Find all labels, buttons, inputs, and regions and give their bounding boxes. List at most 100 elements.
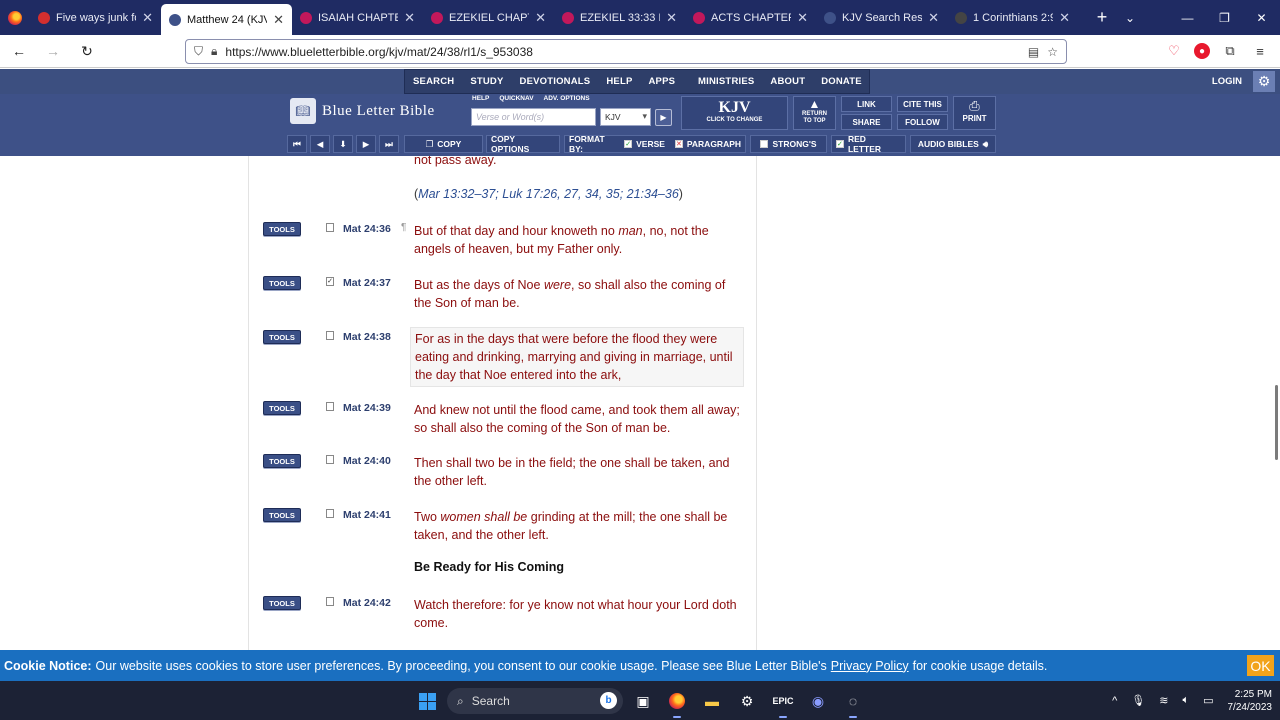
share-button[interactable]: SHARE bbox=[841, 114, 892, 130]
taskbar-search[interactable]: ⌕ Search b bbox=[447, 688, 623, 714]
verse-reference[interactable]: Mat 24:39 bbox=[343, 402, 391, 414]
browser-tab[interactable]: EZEKIEL 33:33 KJV ✕ bbox=[554, 0, 685, 35]
verse-checkbox[interactable] bbox=[326, 223, 334, 232]
next-verse-icon[interactable]: ▶ bbox=[356, 135, 376, 153]
quicknav-link[interactable]: QUICKNAV bbox=[499, 95, 533, 102]
verse-checkbox[interactable] bbox=[326, 455, 334, 464]
pocket-icon[interactable]: ♡ bbox=[1164, 41, 1184, 61]
print-button[interactable]: ⎙ PRINT bbox=[953, 96, 996, 130]
tools-button[interactable]: TOOLS bbox=[263, 508, 301, 522]
verse-checkbox[interactable] bbox=[326, 402, 334, 411]
url-text[interactable]: https://www.blueletterbible.org/kjv/mat/… bbox=[225, 45, 1019, 59]
adv-options-link[interactable]: ADV. OPTIONS bbox=[544, 95, 590, 102]
tools-button[interactable]: TOOLS bbox=[263, 330, 301, 344]
paragraph-format-checkbox[interactable]: ✕ bbox=[674, 140, 683, 148]
copy-button[interactable]: ❐ COPY bbox=[404, 135, 483, 153]
strongs-checkbox[interactable] bbox=[760, 140, 769, 148]
last-chapter-icon[interactable]: ⏭ bbox=[379, 135, 399, 153]
blb-logo[interactable]: 📖︎ Blue Letter Bible bbox=[290, 98, 435, 124]
verse-format-checkbox[interactable]: ✓ bbox=[624, 140, 633, 148]
firefox-taskbar-icon[interactable] bbox=[665, 689, 689, 718]
tab-close-icon[interactable]: ✕ bbox=[1059, 10, 1070, 26]
steam-icon[interactable]: ⚙ bbox=[735, 689, 759, 713]
url-bar[interactable]: ⛉ 🔒︎ https://www.blueletterbible.org/kjv… bbox=[185, 39, 1067, 64]
tab-close-icon[interactable]: ✕ bbox=[928, 10, 939, 26]
cross-reference-link[interactable]: Mar 13:32–37; Luk 17:26, 27, 34, 35; 21:… bbox=[418, 187, 679, 201]
extension-icon[interactable]: ● bbox=[1194, 43, 1210, 59]
tray-chevron-icon[interactable]: ^ bbox=[1112, 695, 1117, 707]
verse-checkbox[interactable] bbox=[326, 597, 334, 606]
red-letter-checkbox[interactable]: ✓ bbox=[836, 140, 844, 148]
blb-menu-item[interactable]: APPS & TOOLS bbox=[641, 70, 691, 133]
tab-close-icon[interactable]: ✕ bbox=[797, 10, 808, 26]
browser-tab[interactable]: Matthew 24 (KJV) - ✕ bbox=[161, 4, 292, 35]
file-explorer-icon[interactable]: ▬ bbox=[700, 689, 724, 713]
wifi-icon[interactable]: ≋ bbox=[1159, 694, 1168, 707]
follow-button[interactable]: FOLLOW bbox=[897, 114, 948, 130]
page-scrollbar[interactable] bbox=[1275, 385, 1278, 460]
return-to-top-button[interactable]: ▲ RETURN TO TOP bbox=[793, 96, 836, 130]
prev-verse-icon[interactable]: ◀ bbox=[310, 135, 330, 153]
down-verse-icon[interactable]: ⬇ bbox=[333, 135, 353, 153]
task-view-icon[interactable]: ▣ bbox=[631, 689, 655, 713]
version-change-button[interactable]: KJV CLICK TO CHANGE bbox=[681, 96, 788, 130]
red-letter-toggle[interactable]: ✓ RED LETTER bbox=[831, 134, 906, 154]
firefox-icon[interactable] bbox=[0, 0, 30, 35]
forward-icon[interactable]: → bbox=[38, 36, 68, 66]
login-link[interactable]: LOGIN bbox=[1212, 76, 1242, 87]
strongs-toggle[interactable]: STRONG'S bbox=[750, 135, 827, 153]
volume-icon[interactable]: 🔈︎ bbox=[1182, 694, 1189, 707]
verse-reference[interactable]: Mat 24:40 bbox=[343, 455, 391, 467]
reload-icon[interactable]: ↻ bbox=[72, 36, 102, 66]
reader-view-icon[interactable]: ▤ bbox=[1028, 45, 1039, 59]
version-select[interactable]: KJV bbox=[600, 108, 651, 126]
tools-button[interactable]: TOOLS bbox=[263, 454, 301, 468]
battery-icon[interactable]: ▭ bbox=[1203, 694, 1213, 707]
list-tabs-icon[interactable]: ⌄ bbox=[1116, 11, 1144, 25]
browser-tab[interactable]: EZEKIEL CHAPTER 3 ✕ bbox=[423, 0, 554, 35]
tools-button[interactable]: TOOLS bbox=[263, 222, 301, 236]
lock-icon[interactable]: 🔒︎ bbox=[211, 44, 217, 59]
paragraph-format-label[interactable]: PARAGRAPH bbox=[687, 139, 741, 149]
blb-menu-item[interactable]: DEVOTIONALS bbox=[512, 70, 599, 93]
browser-tab[interactable]: ACTS CHAPTER 5 K ✕ bbox=[685, 0, 816, 35]
blb-menu-item[interactable]: ABOUT bbox=[762, 70, 813, 93]
tools-button[interactable]: TOOLS bbox=[263, 401, 301, 415]
verse-checkbox[interactable] bbox=[326, 509, 334, 518]
blb-menu-item[interactable]: STUDY bbox=[462, 70, 511, 93]
minimize-icon[interactable]: — bbox=[1169, 0, 1206, 35]
discord-icon[interactable]: ◉ bbox=[806, 689, 830, 713]
browser-tab[interactable]: ISAIAH CHAPTER 6 ✕ bbox=[292, 0, 423, 35]
tab-close-icon[interactable]: ✕ bbox=[404, 10, 415, 26]
extensions-puzzle-icon[interactable]: ⧉ bbox=[1220, 41, 1240, 61]
blb-menu-item[interactable]: DONATE bbox=[813, 70, 870, 93]
verse-reference[interactable]: Mat 24:36 bbox=[343, 223, 391, 235]
verse-reference[interactable]: Mat 24:42 bbox=[343, 597, 391, 609]
first-chapter-icon[interactable]: ⏮ bbox=[287, 135, 307, 153]
bing-icon[interactable]: b bbox=[600, 692, 617, 709]
tab-close-icon[interactable]: ✕ bbox=[666, 10, 677, 26]
link-button[interactable]: LINK bbox=[841, 96, 892, 112]
restore-icon[interactable]: ❐ bbox=[1206, 0, 1243, 35]
search-go-button[interactable]: ▶ bbox=[655, 109, 672, 126]
verse-search-input[interactable]: Verse or Word(s) bbox=[471, 108, 596, 126]
close-window-icon[interactable]: ✕ bbox=[1243, 0, 1280, 35]
bookmark-star-icon[interactable]: ☆ bbox=[1047, 45, 1058, 59]
copy-options-button[interactable]: COPY OPTIONS bbox=[486, 134, 560, 154]
help-link[interactable]: HELP bbox=[472, 95, 489, 102]
new-tab-button[interactable]: + bbox=[1088, 7, 1116, 28]
verse-reference[interactable]: Mat 24:38 bbox=[343, 331, 391, 343]
browser-tab[interactable]: 1 Corinthians 2:9 K ✕ bbox=[947, 0, 1078, 35]
epic-games-icon[interactable]: EPIC bbox=[771, 689, 795, 718]
tab-close-icon[interactable]: ✕ bbox=[142, 10, 153, 26]
verse-format-label[interactable]: VERSE bbox=[636, 139, 665, 149]
tools-button[interactable]: TOOLS bbox=[263, 276, 301, 290]
tab-close-icon[interactable]: ✕ bbox=[273, 12, 284, 28]
verse-checkbox[interactable] bbox=[326, 331, 334, 340]
chrome-icon[interactable]: ◌ bbox=[841, 689, 865, 718]
start-icon[interactable] bbox=[415, 689, 439, 713]
browser-tab[interactable]: Five ways junk food ✕ bbox=[30, 0, 161, 35]
blb-menu-item[interactable]: SEARCH bbox=[405, 70, 462, 93]
blb-menu-item[interactable]: HELP bbox=[598, 70, 640, 93]
menu-icon[interactable]: ≡ bbox=[1250, 41, 1270, 61]
